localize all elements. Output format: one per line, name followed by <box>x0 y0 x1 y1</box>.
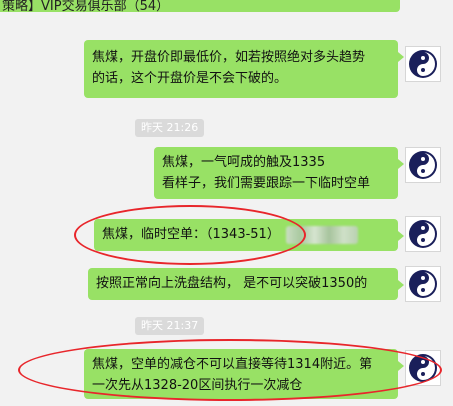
avatar[interactable] <box>405 46 441 82</box>
message-line: 焦煤，一气呵成的触及1335 <box>162 155 326 170</box>
avatar[interactable] <box>405 216 441 252</box>
message-line: 焦煤，空单的减仓不可以直接等待1314附近。第 <box>92 357 373 372</box>
avatar[interactable] <box>405 350 441 386</box>
blurred-content <box>285 225 358 244</box>
yin-yang-icon <box>409 220 437 248</box>
message-bubble[interactable]: 焦煤，一气呵成的触及1335 看样子，我们需要跟踪一下临时空单 <box>154 147 404 199</box>
yin-yang-icon <box>409 270 437 298</box>
chat-title: 策略】VIP交易俱乐部（54） <box>2 0 170 14</box>
message-line: 的话，这个开盘价是不会下破的。 <box>92 71 288 86</box>
message-bubble[interactable]: 焦煤，空单的减仓不可以直接等待1314附近。第 一次先从1328-20区间执行一… <box>84 349 404 399</box>
yin-yang-icon <box>409 151 437 179</box>
message-bubble[interactable]: 焦煤，开盘价即最低价，如若按照绝对多头趋势 的话，这个开盘价是不会下破的。 <box>84 40 404 98</box>
timestamp: 昨天 21:26 <box>135 119 205 137</box>
avatar[interactable] <box>405 266 441 302</box>
message-line: 一次先从1328-20区间执行一次减仓 <box>92 378 303 393</box>
yin-yang-icon <box>409 50 437 78</box>
message-bubble[interactable]: 焦煤，临时空单：（1343-51） <box>94 219 404 251</box>
message-line: 焦煤，开盘价即最低价，如若按照绝对多头趋势 <box>92 50 366 65</box>
message-line: 焦煤，临时空单：（1343-51） <box>102 227 280 242</box>
avatar[interactable] <box>405 147 441 183</box>
message-line: 按照正常向上洗盘结构， 是不可以突破1350的 <box>96 276 368 291</box>
message-bubble[interactable]: 按照正常向上洗盘结构， 是不可以突破1350的 <box>88 268 404 300</box>
timestamp: 昨天 21:37 <box>135 317 205 335</box>
yin-yang-icon <box>409 354 437 382</box>
message-line: 看样子，我们需要跟踪一下临时空单 <box>162 176 371 191</box>
message-line-wrap: 焦煤，临时空单：（1343-51） <box>102 224 390 245</box>
